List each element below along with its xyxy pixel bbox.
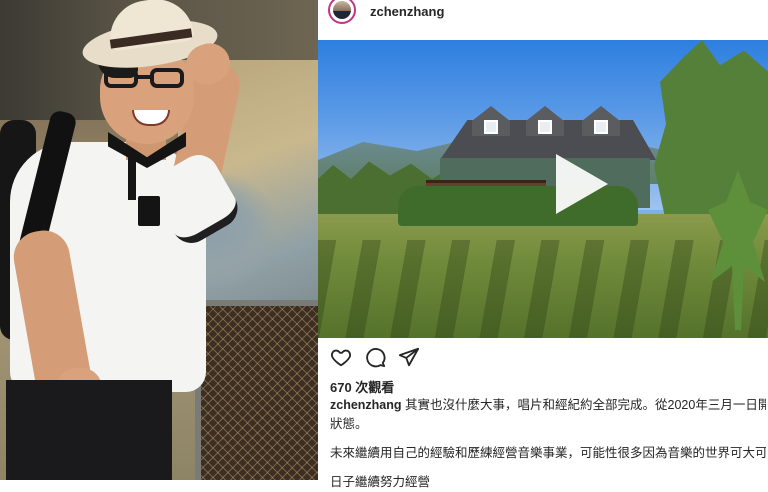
black-pants: [6, 380, 172, 480]
caption-line-1: zchenzhang 其實也沒什麼大事，唱片和經紀約全部完成。從2020年三月一…: [330, 396, 766, 415]
man-in-hat: [0, 0, 318, 480]
caption-paragraph-3: 日子繼續努力經營: [330, 475, 431, 489]
share-icon[interactable]: [398, 346, 420, 368]
caption-text-1: 其實也沒什麼大事，唱片和經紀約全部完成。從2020年三月一日開始: [401, 398, 766, 412]
caption-line-2: 狀態。: [330, 417, 368, 431]
view-count[interactable]: 670 次觀看: [330, 377, 394, 396]
dormer: [526, 106, 564, 136]
post-header: zchenzhang: [318, 0, 768, 26]
lawn-shadows: [318, 240, 768, 338]
instagram-post: zchenzhang 670 次觀看 zchenzhang 其實也沒什麼大事，唱…: [318, 0, 768, 489]
heart-icon[interactable]: [330, 346, 352, 368]
video-media[interactable]: [318, 40, 768, 338]
avatar-photo: [333, 1, 351, 19]
shirt-placket: [128, 150, 136, 200]
avatar[interactable]: [328, 0, 356, 24]
porch-railing: [426, 180, 546, 183]
comment-icon[interactable]: [364, 346, 386, 368]
shirt-pocket: [138, 196, 160, 226]
post-caption: zchenzhang 其實也沒什麼大事，唱片和經紀約全部完成。從2020年三月一…: [330, 396, 766, 492]
dormer: [472, 106, 510, 136]
post-actions: [330, 346, 450, 368]
dormer: [582, 106, 620, 136]
caption-username[interactable]: zchenzhang: [330, 398, 402, 412]
post-username[interactable]: zchenzhang: [370, 4, 444, 19]
caption-paragraph-2: 未來繼續用自己的經驗和歷練經營音樂事業，可能性很多因為音樂的世界可大可小: [330, 446, 766, 460]
glasses: [104, 68, 186, 90]
play-icon[interactable]: [556, 154, 608, 214]
person-photo: [0, 0, 318, 480]
